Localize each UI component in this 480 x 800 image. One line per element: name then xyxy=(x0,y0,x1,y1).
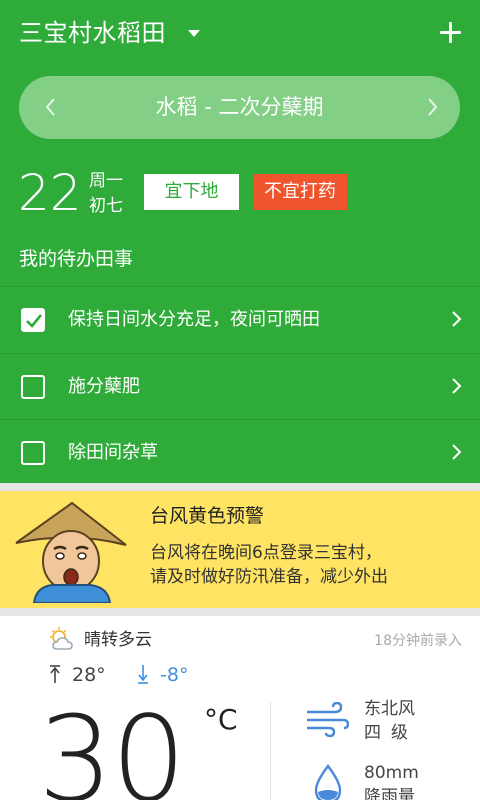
rainfall-label: 降雨量 xyxy=(364,787,415,800)
weather-card[interactable]: 晴转多云 18分钟前录入 28° -8° 30 °C 东北风 四级 80mm 降… xyxy=(0,616,480,800)
field-header: 三宝村水稻田 水稻 - 二次分蘖期 22 周一 初七 宜下地 不宜打药 我的待办… xyxy=(0,0,480,483)
unsuitable-tag: 不宜打药 xyxy=(253,174,347,210)
growth-stage-switcher: 水稻 - 二次分蘖期 xyxy=(19,76,460,139)
date-day: 22 xyxy=(18,164,82,222)
wind-level: 四级 xyxy=(364,723,418,743)
arrow-up-icon xyxy=(50,665,60,683)
todo-list: 保持日间水分充足，夜间可晒田 施分蘖肥 除田间杂草 xyxy=(0,286,480,486)
todo-heading: 我的待办田事 xyxy=(19,248,134,270)
todo-text: 施分蘖肥 xyxy=(68,375,140,397)
chevron-right-icon xyxy=(452,377,462,394)
farm-name-selector[interactable]: 三宝村水稻田 xyxy=(19,16,166,50)
farmer-mascot-icon xyxy=(15,501,127,603)
chevron-right-icon[interactable] xyxy=(422,95,442,119)
todo-text: 保持日间水分充足，夜间可晒田 xyxy=(68,309,320,330)
chevron-right-icon xyxy=(452,444,462,460)
arrow-down-icon xyxy=(138,665,148,684)
checkbox-checked-icon[interactable] xyxy=(21,308,45,332)
top-bar: 三宝村水稻田 xyxy=(0,0,480,66)
weather-updated-time: 18分钟前录入 xyxy=(374,633,462,649)
warning-message-line: 台风将在晚间6点登录三宝村， xyxy=(150,543,382,563)
suitable-tag: 宜下地 xyxy=(144,174,239,210)
current-temperature: 30 xyxy=(38,690,186,800)
weather-condition: 晴转多云 xyxy=(84,630,152,650)
low-temperature: -8° xyxy=(160,664,189,686)
add-icon[interactable] xyxy=(440,22,461,43)
wind-icon xyxy=(307,702,349,738)
todo-item[interactable]: 除田间杂草 xyxy=(0,419,480,486)
todo-item[interactable]: 保持日间水分充足，夜间可晒田 xyxy=(0,286,480,353)
raindrop-icon xyxy=(314,764,342,800)
checkbox-icon[interactable] xyxy=(21,441,45,465)
warning-message-line: 请及时做好防汛准备，减少外出 xyxy=(150,567,388,587)
date-lunar: 初七 xyxy=(89,196,123,216)
date-weekday: 周一 xyxy=(89,171,123,191)
partly-cloudy-icon xyxy=(50,627,73,650)
divider xyxy=(270,702,271,800)
todo-item[interactable]: 施分蘖肥 xyxy=(0,352,480,420)
rainfall-amount: 80mm xyxy=(364,763,419,783)
growth-stage-title: 水稻 - 二次分蘖期 xyxy=(155,95,324,119)
todo-text: 除田间杂草 xyxy=(68,442,158,463)
dropdown-icon[interactable] xyxy=(188,30,200,37)
wind-direction: 东北风 xyxy=(364,699,415,719)
chevron-right-icon xyxy=(452,311,462,327)
warning-title: 台风黄色预警 xyxy=(150,505,265,527)
checkbox-icon[interactable] xyxy=(21,374,45,399)
temperature-unit: °C xyxy=(204,703,238,736)
typhoon-warning-banner[interactable]: 台风黄色预警 台风将在晚间6点登录三宝村， 请及时做好防汛准备，减少外出 xyxy=(0,491,480,608)
high-temperature: 28° xyxy=(72,664,106,686)
